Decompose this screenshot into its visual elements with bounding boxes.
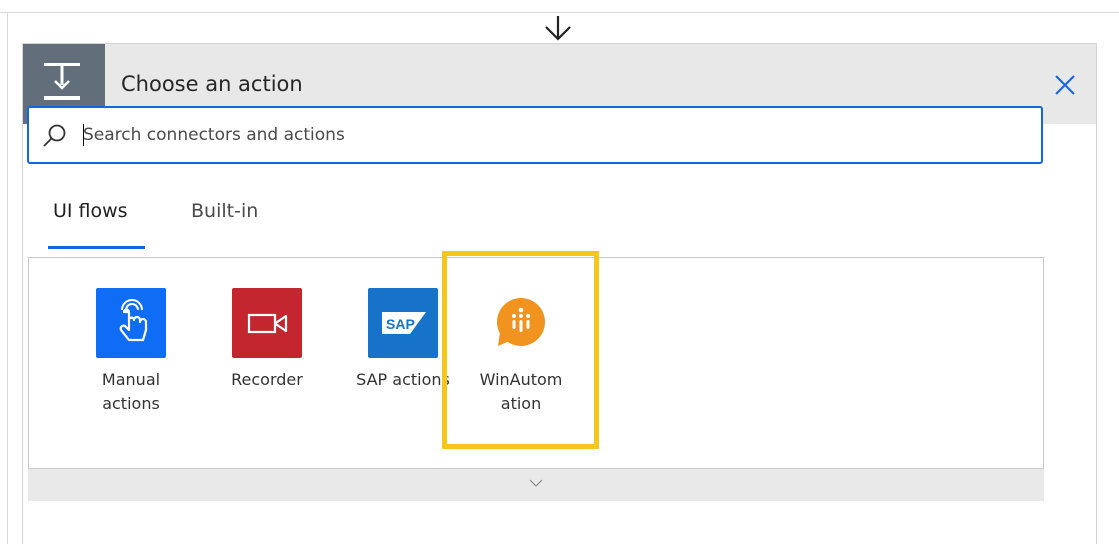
dialog-title: Choose an action xyxy=(121,72,303,96)
connector-winautomation[interactable]: WinAutomation xyxy=(466,288,576,416)
touch-hand-icon xyxy=(96,288,166,358)
winautomation-logo-icon xyxy=(486,288,556,358)
search-input[interactable] xyxy=(83,120,983,150)
connector-sap-actions[interactable]: SAP SAP actions xyxy=(348,288,458,392)
search-icon xyxy=(43,124,66,147)
selected-tab-indicator xyxy=(48,246,145,249)
connector-label: SAP actions xyxy=(356,370,450,389)
connector-label: Recorder xyxy=(231,370,303,389)
connector-recorder[interactable]: Recorder xyxy=(212,288,322,392)
frame-border-top xyxy=(0,12,1119,13)
tab-ui-flows[interactable]: UI flows xyxy=(53,200,128,222)
search-box[interactable] xyxy=(27,106,1043,164)
connector-label: WinAutomation xyxy=(479,370,563,413)
tab-built-in[interactable]: Built-in xyxy=(191,200,258,222)
close-button[interactable] xyxy=(1054,74,1076,96)
page: Choose an action UI flows Built-in Manu xyxy=(0,0,1119,544)
connector-label: Manual actions xyxy=(101,370,161,413)
chevron-down-icon xyxy=(529,479,543,487)
connector-manual-actions[interactable]: Manual actions xyxy=(76,288,186,416)
close-icon xyxy=(1055,75,1075,95)
sap-logo-icon: SAP xyxy=(368,288,438,358)
expand-connectors-button[interactable] xyxy=(28,469,1044,501)
frame-border-left xyxy=(7,12,8,544)
video-camera-icon xyxy=(232,288,302,358)
svg-text:SAP: SAP xyxy=(386,316,415,332)
flow-arrow-down-icon xyxy=(545,16,571,41)
